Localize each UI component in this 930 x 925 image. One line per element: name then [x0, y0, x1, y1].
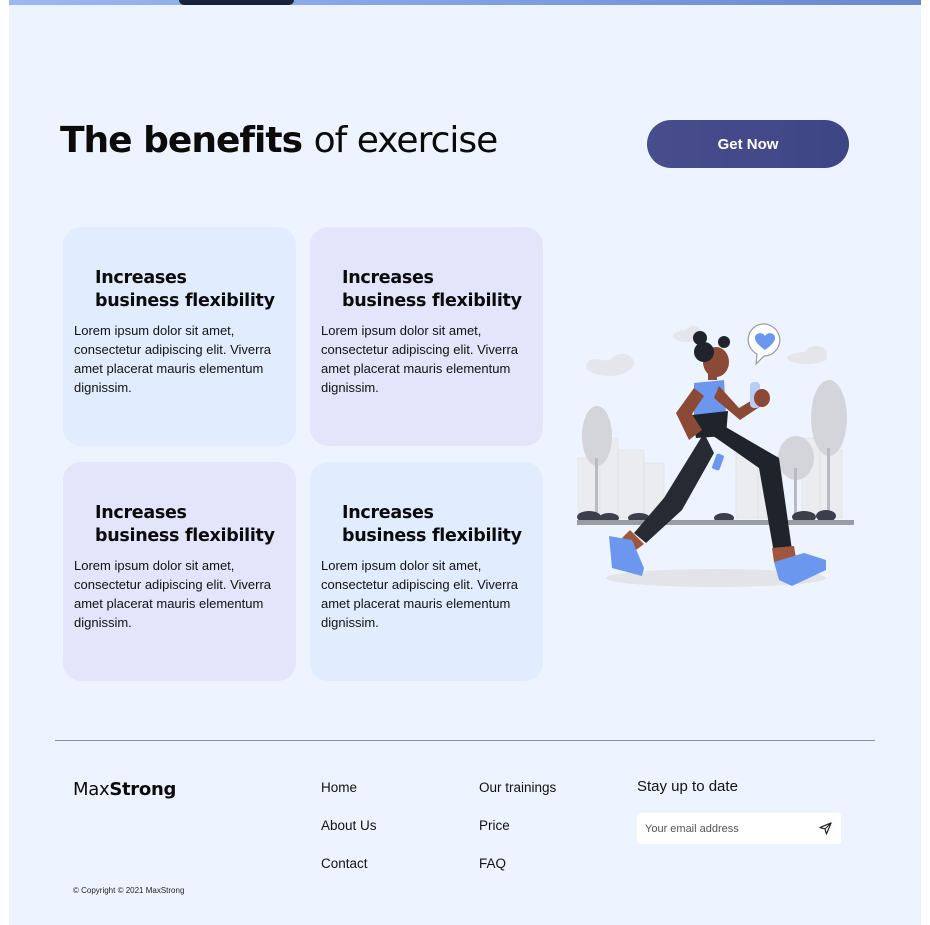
get-now-button[interactable]: Get Now — [647, 120, 849, 168]
hair-bun — [718, 336, 730, 348]
benefit-card-title: Increases business flexibility — [342, 268, 522, 311]
footer-link-faq[interactable]: FAQ — [479, 856, 506, 871]
footer-link-price[interactable]: Price — [479, 818, 510, 833]
fence — [577, 520, 854, 525]
footer-link-contact[interactable]: Contact — [321, 856, 368, 871]
footer-divider — [55, 740, 875, 741]
footer-logo[interactable]: MaxStrong — [73, 779, 176, 800]
benefit-card-title: Increases business flexibility — [95, 268, 275, 311]
hair-bun — [693, 331, 707, 345]
heart-icon — [747, 323, 781, 366]
benefit-card-title: Increases business flexibility — [95, 503, 275, 546]
send-icon[interactable] — [819, 822, 832, 835]
hair — [694, 342, 714, 362]
page: The benefits of exercise Get Now Increas… — [9, 0, 921, 925]
section-title-light: of exercise — [313, 120, 499, 161]
email-input[interactable] — [645, 822, 805, 835]
newsletter-title: Stay up to date — [637, 778, 738, 795]
logo-bold: Strong — [109, 779, 177, 800]
benefit-card: Increases business flexibility Lorem ips… — [63, 462, 296, 681]
benefit-card-text: Lorem ipsum dolor sit amet, consectetur … — [74, 323, 272, 395]
hand — [754, 389, 770, 407]
running-woman-illustration — [577, 323, 854, 587]
logo-light: Max — [73, 779, 110, 800]
benefit-card-text: Lorem ipsum dolor sit amet, consectetur … — [321, 558, 519, 630]
footer-link-about[interactable]: About Us — [321, 818, 377, 833]
benefit-card: Increases business flexibility Lorem ips… — [63, 227, 296, 446]
footer-link-trainings[interactable]: Our trainings — [479, 780, 556, 795]
benefit-card-text: Lorem ipsum dolor sit amet, consectetur … — [321, 323, 519, 395]
hero-image-bottom-edge — [9, 0, 921, 5]
benefit-card-title: Increases business flexibility — [342, 503, 522, 546]
section-title-bold: The benefits — [60, 120, 303, 161]
phone — [712, 453, 724, 471]
copyright: © Copyright © 2021 MaxStrong — [73, 886, 185, 895]
benefit-card-text: Lorem ipsum dolor sit amet, consectetur … — [74, 558, 272, 630]
section-title: The benefits of exercise — [60, 120, 499, 161]
benefit-card: Increases business flexibility Lorem ips… — [310, 227, 543, 446]
newsletter-form — [637, 813, 841, 844]
benefit-card: Increases business flexibility Lorem ips… — [310, 462, 543, 681]
footer-link-home[interactable]: Home — [321, 780, 357, 795]
hero-image-shadow — [179, 0, 294, 5]
